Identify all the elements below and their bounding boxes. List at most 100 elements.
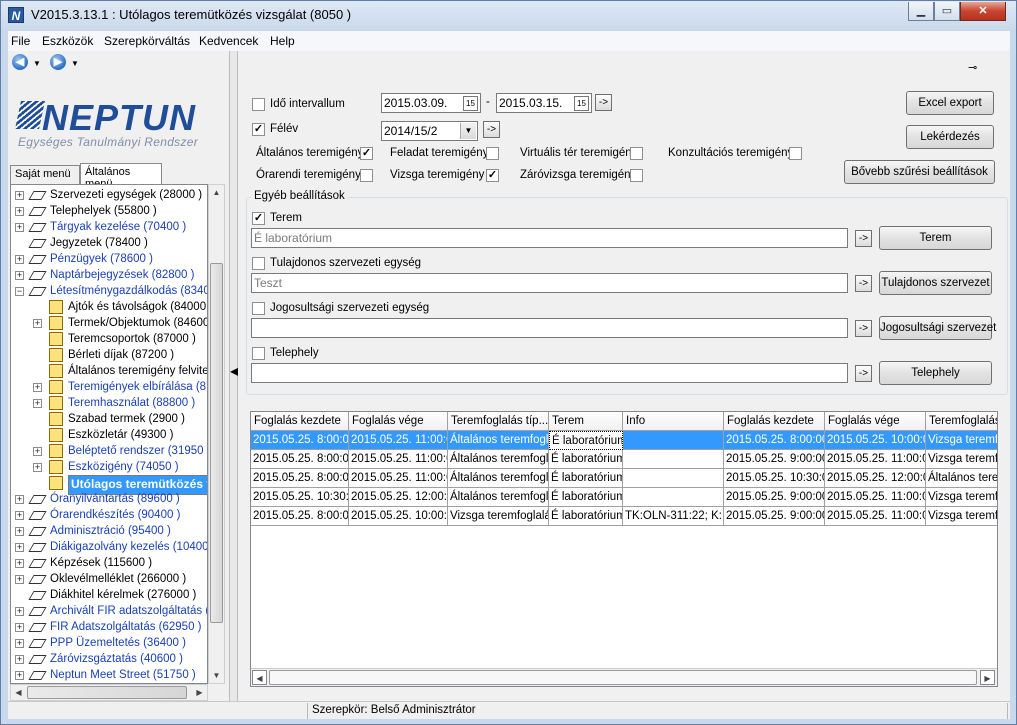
tree-item[interactable]: + Teremigények elbírálása (876 xyxy=(11,379,207,395)
grid-cell[interactable]: 2015.05.25. 11:00:0 xyxy=(825,488,926,507)
tree-item[interactable]: + FIR Adatszolgáltatás (62950 ) xyxy=(11,619,207,635)
grid-cell[interactable]: 2015.05.25. 10:00:0 xyxy=(825,431,926,450)
jogosultsagi-checkbox[interactable] xyxy=(252,302,265,315)
grid-cell[interactable]: Általános teremfogla xyxy=(448,469,549,488)
scroll-right-icon[interactable]: ▶ xyxy=(192,685,207,700)
expand-icon[interactable]: + xyxy=(33,463,42,472)
tulajdonos-szervezet-button[interactable]: Tulajdonos szervezet xyxy=(879,271,992,295)
calendar-from-icon[interactable]: 15 xyxy=(463,96,478,111)
felev-checkbox[interactable]: ✓ xyxy=(252,123,265,136)
tree-item[interactable]: + Képzések (115600 ) xyxy=(11,555,207,571)
back-icon[interactable]: ◀ xyxy=(12,54,28,70)
grid-cell[interactable] xyxy=(623,469,724,488)
terem-arrow-button[interactable]: -> xyxy=(855,230,872,247)
virtualis-ter-teremigeny-checkbox[interactable] xyxy=(630,147,643,160)
grid-cell[interactable]: É laboratórium xyxy=(549,450,623,469)
tree-item[interactable]: Teremcsoportok (87000 ) xyxy=(11,331,207,347)
altalanos-teremigeny-checkbox[interactable]: ✓ xyxy=(360,147,373,160)
minimize-button[interactable]: ▁ xyxy=(908,2,934,21)
konzultacios-teremigeny-checkbox[interactable] xyxy=(789,147,802,160)
expand-icon[interactable]: + xyxy=(33,447,42,456)
tree-item[interactable]: + Naptárbejegyzések (82800 ) xyxy=(11,267,207,283)
tree-item[interactable]: + Termek/Objektumok (84600 xyxy=(11,315,207,331)
expand-icon[interactable]: + xyxy=(15,271,24,280)
back-dropdown-icon[interactable]: ▼ xyxy=(33,59,41,68)
expand-icon[interactable]: + xyxy=(15,495,24,504)
grid-cell[interactable]: Általános teremfogla xyxy=(448,488,549,507)
terem-button[interactable]: Terem xyxy=(879,226,992,250)
tree-item[interactable]: Ajtók és távolságok (84000 ) xyxy=(11,299,207,315)
grid-cell[interactable]: 2015.05.25. 11:00:0 xyxy=(349,431,448,450)
grid-cell[interactable]: 2015.05.25. 8:00:00 xyxy=(251,431,349,450)
collapse-icon[interactable]: − xyxy=(15,287,24,296)
menu-kedvencek[interactable]: Kedvencek xyxy=(199,34,258,48)
terem-input[interactable]: É laboratórium xyxy=(251,228,848,248)
tree-item[interactable]: + Órarendkészítés (90400 ) xyxy=(11,507,207,523)
tree-item[interactable]: + Archivált FIR adatszolgáltatás (14 xyxy=(11,603,207,619)
grid-cell[interactable]: 2015.05.25. 9:00:00 xyxy=(724,450,825,469)
hscroll-thumb[interactable] xyxy=(27,686,187,699)
grid-cell[interactable]: 2015.05.25. 8:00:00 xyxy=(251,507,349,526)
grid-cell[interactable]: 2015.05.25. 10:00:0 xyxy=(349,507,448,526)
tree-item[interactable]: Utólagos teremütközés v xyxy=(11,475,207,495)
tree-item[interactable]: + Tárgyak kezelése (70400 ) xyxy=(11,219,207,235)
tree-item[interactable]: Jegyzetek (78400 ) xyxy=(11,235,207,251)
expand-icon[interactable]: + xyxy=(33,319,42,328)
terem-checkbox[interactable]: ✓ xyxy=(252,212,265,225)
tulajdonos-input[interactable]: Teszt xyxy=(251,273,848,293)
grid-cell[interactable]: 2015.05.25. 8:00:00 xyxy=(251,450,349,469)
grid-cell[interactable]: Általános teremfogla xyxy=(448,431,549,450)
grid-column-header[interactable]: Foglalás kezdete xyxy=(724,412,825,431)
grid-cell[interactable]: Vizsga teremfoglalás xyxy=(448,507,549,526)
grid-column-header[interactable]: Foglalás kezdete xyxy=(251,412,349,431)
tab-altalanos-menu[interactable]: Általános menü xyxy=(80,163,162,190)
tree-item[interactable]: + Szervezeti egységek (28000 ) xyxy=(11,187,207,203)
expand-icon[interactable]: + xyxy=(15,527,24,536)
tulajdonos-checkbox[interactable] xyxy=(252,257,265,270)
vizsga-teremigeny-checkbox[interactable]: ✓ xyxy=(486,169,499,182)
grid-cell[interactable]: Általános teremf xyxy=(926,469,997,488)
grid-cell[interactable]: 2015.05.25. 10:30:0 xyxy=(724,469,825,488)
grid-cell[interactable]: 2015.05.25. 12:00:0 xyxy=(349,488,448,507)
expand-icon[interactable]: + xyxy=(15,639,24,648)
tree-item[interactable]: + Telephelyek (55800 ) xyxy=(11,203,207,219)
expand-icon[interactable]: + xyxy=(15,655,24,664)
telephely-input[interactable] xyxy=(251,363,848,383)
grid-column-header[interactable]: Foglalás vége xyxy=(825,412,926,431)
orarendi-teremigeny-checkbox[interactable] xyxy=(360,169,373,182)
expand-icon[interactable]: + xyxy=(15,207,24,216)
lekerdezes-button[interactable]: Lekérdezés xyxy=(906,125,994,149)
pin-icon[interactable]: ⊸ xyxy=(968,61,984,74)
grid-column-header[interactable]: Info xyxy=(623,412,724,431)
grid-scroll-right-icon[interactable]: ▶ xyxy=(980,670,995,685)
tree-item[interactable]: + Adminisztráció (95400 ) xyxy=(11,523,207,539)
scroll-up-icon[interactable]: ▲ xyxy=(209,185,224,200)
splitter[interactable]: ◀ xyxy=(229,51,239,701)
tree-item[interactable]: + Záróvizsgáztatás (40600 ) xyxy=(11,651,207,667)
telephely-checkbox[interactable] xyxy=(252,347,265,360)
tree-item[interactable]: + Diákigazolvány kezelés (10400 ) xyxy=(11,539,207,555)
grid-column-header[interactable]: Terem xyxy=(549,412,623,431)
maximize-button[interactable]: ▭ xyxy=(934,2,960,21)
menu-szerepkorvaltas[interactable]: Szerepkörváltás xyxy=(104,34,190,48)
felev-arrow-button[interactable]: -> xyxy=(483,121,500,138)
tree-item[interactable]: + Teremhasználat (88800 ) xyxy=(11,395,207,411)
tree-item[interactable]: + PPP Üzemeltetés (36400 ) xyxy=(11,635,207,651)
tree-item[interactable]: Szabad termek (2900 ) xyxy=(11,411,207,427)
expand-icon[interactable]: + xyxy=(15,223,24,232)
grid-cell[interactable]: Általános teremfogla xyxy=(448,450,549,469)
tree-item[interactable]: + Beléptető rendszer (31950 ) xyxy=(11,443,207,459)
ido-intervallum-checkbox[interactable] xyxy=(252,98,265,111)
expand-icon[interactable]: + xyxy=(33,383,42,392)
jogosultsagi-arrow-button[interactable]: -> xyxy=(855,320,872,337)
expand-icon[interactable]: + xyxy=(15,623,24,632)
expand-icon[interactable]: + xyxy=(15,543,24,552)
menu-eszkozok[interactable]: Eszközök xyxy=(42,34,93,48)
grid-hscroll-thumb[interactable] xyxy=(269,670,977,685)
close-button[interactable]: ✕ xyxy=(960,2,1006,21)
tree-vertical-scrollbar[interactable]: ▲ ▼ xyxy=(208,184,225,684)
grid-cell[interactable]: 2015.05.25. 11:00:0 xyxy=(349,450,448,469)
menu-help[interactable]: Help xyxy=(270,34,295,48)
telephely-arrow-button[interactable]: -> xyxy=(855,365,872,382)
felev-select[interactable]: 2014/15/2 ▼ xyxy=(381,121,478,141)
